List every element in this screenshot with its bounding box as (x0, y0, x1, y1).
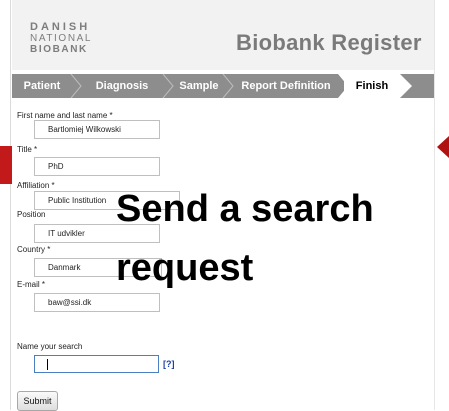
step-active-tail (400, 74, 412, 98)
left-divider (10, 0, 11, 410)
email-label: E-mail * (17, 280, 46, 289)
logo-line-2: NATIONAL (30, 33, 93, 44)
step-report-definition[interactable]: Report Definition (234, 74, 338, 98)
site-header: DANISH NATIONAL BIOBANK Biobank Register (12, 0, 434, 70)
dnb-logo[interactable]: DANISH NATIONAL BIOBANK (30, 21, 93, 56)
text-caret (47, 359, 48, 370)
logo-line-3: BIOBANK (30, 44, 88, 55)
red-arrow-icon[interactable] (437, 136, 449, 158)
app-title: Biobank Register (236, 30, 422, 55)
step-finish[interactable]: Finish (344, 74, 400, 98)
overlay-caption-line-2: request (116, 247, 254, 289)
search-name-input[interactable] (34, 355, 159, 373)
email-field[interactable]: baw@ssi.dk (34, 293, 160, 312)
right-divider (434, 0, 435, 410)
step-separator (162, 74, 174, 98)
help-link[interactable]: [?] (163, 359, 175, 369)
step-separator (70, 74, 82, 98)
step-separator (222, 74, 234, 98)
affiliation-label: Affiliation * (17, 181, 55, 190)
affiliation-value: Public Institution (48, 196, 107, 205)
step-diagnosis[interactable]: Diagnosis (82, 74, 162, 98)
search-name-label: Name your search (17, 342, 83, 351)
submit-button[interactable]: Submit (17, 391, 58, 411)
step-active-arrow (338, 74, 352, 98)
step-patient[interactable]: Patient (12, 74, 72, 98)
country-label: Country * (17, 245, 51, 254)
title-field[interactable]: PhD (34, 157, 160, 176)
title-label: Title * (17, 145, 38, 154)
name-field[interactable]: Bartlomiej Wilkowski (34, 120, 160, 139)
feedback-tab[interactable] (0, 146, 12, 184)
logo-line-1: DANISH (30, 21, 91, 33)
name-label: First name and last name * (17, 111, 113, 120)
wizard-steps-bar: Patient Diagnosis Sample Report Definiti… (12, 74, 434, 98)
overlay-caption-line-1: Send a search (116, 188, 374, 230)
position-label: Position (17, 210, 46, 219)
country-value: Danmark (48, 263, 81, 272)
step-sample[interactable]: Sample (174, 74, 224, 98)
